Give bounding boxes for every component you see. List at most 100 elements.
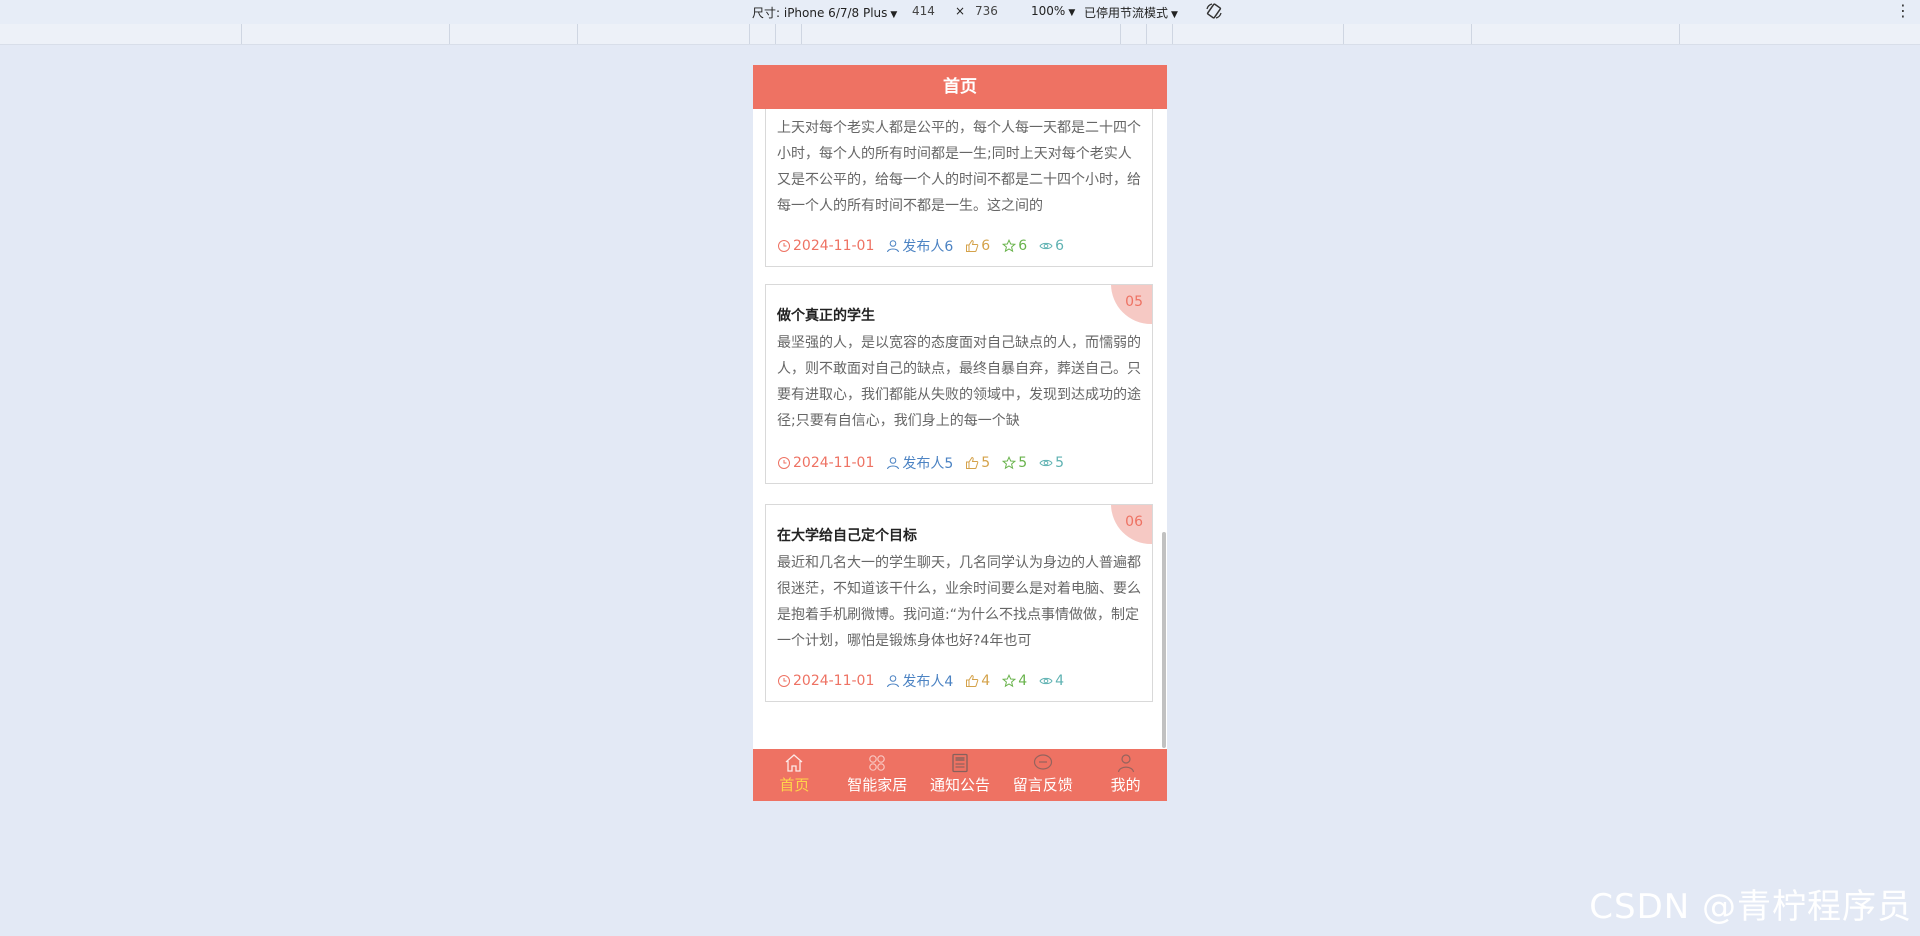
viewport-width-field[interactable]: 414 xyxy=(912,4,935,18)
article-meta: 2024-11-01 发布人5 5 5 5 xyxy=(777,453,1144,473)
eye-icon xyxy=(1039,459,1053,467)
article-title[interactable]: 在大学给自己定个目标 xyxy=(777,525,917,545)
favorite-count: 4 xyxy=(1018,673,1028,689)
like-count: 5 xyxy=(981,455,991,471)
media-query-ruler xyxy=(0,24,1920,45)
document-icon xyxy=(952,753,968,773)
device-select[interactable]: 尺寸: iPhone 6/7/8 Plus ▼ xyxy=(752,4,897,21)
clock-icon xyxy=(778,240,790,252)
article-summary: 上天对每个老实人都是公平的，每个人每一天都是二十四个小时，每个人的所有时间都是一… xyxy=(777,120,1141,214)
author-meta: 发布人6 xyxy=(886,236,953,256)
devtools-toolbar: 尺寸: iPhone 6/7/8 Plus ▼ 414 × 736 100% ▼ 已… xyxy=(0,0,1920,24)
eye-icon xyxy=(1039,677,1053,685)
views-meta: 6 xyxy=(1039,238,1064,254)
article-summary: 最近和几名大一的学生聊天，几名同学认为身边的人普遍都很迷茫，不知道该干什么，业余… xyxy=(777,555,1141,649)
user-icon xyxy=(887,240,900,253)
views-meta: 4 xyxy=(1039,673,1064,689)
ruler-mark xyxy=(1172,24,1173,44)
bottom-tab-bar: 首页 智能家居 通知公告 留言反馈 我的 xyxy=(753,749,1167,801)
home-icon xyxy=(785,754,803,772)
article-date: 2024-11-01 xyxy=(793,673,875,689)
tab-label: 首页 xyxy=(779,776,810,794)
throttle-label: 已停用节流模式 xyxy=(1084,6,1169,20)
viewport-height-field[interactable]: 736 xyxy=(975,4,998,18)
tab-profile[interactable]: 我的 xyxy=(1084,749,1167,801)
author-meta: 发布人5 xyxy=(886,453,953,473)
article-summary: 最坚强的人，是以宽容的态度面对自己缺点的人，而懦弱的人，则不敢面对自己的缺点，最… xyxy=(777,335,1141,429)
ruler-mark xyxy=(775,24,776,44)
favorites-meta[interactable]: 5 xyxy=(1002,455,1027,471)
dimension-separator: × xyxy=(955,4,966,18)
caret-down-icon: ▼ xyxy=(890,10,898,20)
ruler-mark xyxy=(241,24,242,44)
tab-feedback[interactable]: 留言反馈 xyxy=(1001,749,1084,801)
article-date: 2024-11-01 xyxy=(793,238,875,254)
article-title[interactable]: 做个真正的学生 xyxy=(777,305,875,325)
article-meta: 2024-11-01 发布人6 6 6 6 xyxy=(777,236,1144,256)
zoom-label: 100% xyxy=(1031,4,1066,18)
article-card[interactable]: 05 做个真正的学生 最坚强的人，是以宽容的态度面对自己缺点的人，而懦弱的人，则… xyxy=(765,284,1153,484)
view-count: 6 xyxy=(1055,238,1065,254)
view-count: 5 xyxy=(1055,455,1065,471)
article-card[interactable]: 06 在大学给自己定个目标 最近和几名大一的学生聊天，几名同学认为身边的人普遍都… xyxy=(765,504,1153,702)
favorite-count: 5 xyxy=(1018,455,1028,471)
rotate-icon[interactable] xyxy=(1204,1,1224,21)
tab-label: 通知公告 xyxy=(929,776,990,794)
favorites-meta[interactable]: 6 xyxy=(1002,238,1027,254)
ruler-mark xyxy=(1471,24,1472,44)
article-meta: 2024-11-01 发布人4 4 4 4 xyxy=(777,671,1144,691)
user-icon xyxy=(887,457,900,470)
rank-badge: 06 xyxy=(1111,505,1152,544)
favorites-meta[interactable]: 4 xyxy=(1002,673,1027,689)
more-vertical-icon[interactable]: ⋮ xyxy=(1895,3,1911,21)
device-label: 尺寸: iPhone 6/7/8 Plus xyxy=(752,6,888,20)
ruler-mark xyxy=(1146,24,1147,44)
author-meta: 发布人4 xyxy=(886,671,953,691)
ruler-mark xyxy=(449,24,450,44)
eye-icon xyxy=(1039,242,1053,250)
article-list[interactable]: 上天对每个老实人都是公平的，每个人每一天都是二十四个小时，每个人的所有时间都是一… xyxy=(753,109,1167,749)
clock-icon xyxy=(778,675,790,687)
phone-viewport: 首页 上天对每个老实人都是公平的，每个人每一天都是二十四个小时，每个人的所有时间… xyxy=(753,65,1167,801)
grid-icon xyxy=(869,755,885,771)
caret-down-icon: ▼ xyxy=(1068,8,1076,18)
zoom-select[interactable]: 100% ▼ xyxy=(1031,4,1075,18)
watermark: CSDN @青柠程序员 xyxy=(1589,887,1912,927)
tab-home[interactable]: 首页 xyxy=(753,749,836,801)
star-icon xyxy=(1002,674,1017,688)
article-author: 发布人5 xyxy=(902,456,954,472)
tab-notices[interactable]: 通知公告 xyxy=(919,749,1002,801)
star-icon xyxy=(1002,239,1017,253)
thumbs-up-icon xyxy=(966,674,979,687)
date-meta: 2024-11-01 xyxy=(777,238,874,254)
tab-label: 留言反馈 xyxy=(1012,776,1073,794)
ruler-mark xyxy=(1343,24,1344,44)
thumbs-up-icon xyxy=(966,456,979,469)
page-title: 首页 xyxy=(753,65,1167,109)
likes-meta[interactable]: 5 xyxy=(965,455,990,471)
likes-meta[interactable]: 6 xyxy=(965,238,990,254)
article-date: 2024-11-01 xyxy=(793,455,875,471)
ruler-mark xyxy=(1120,24,1121,44)
article-author: 发布人4 xyxy=(902,674,954,690)
view-count: 4 xyxy=(1055,673,1065,689)
ruler-mark xyxy=(749,24,750,44)
article-card[interactable]: 上天对每个老实人都是公平的，每个人每一天都是二十四个小时，每个人的所有时间都是一… xyxy=(765,109,1153,267)
caret-down-icon: ▼ xyxy=(1171,10,1178,20)
ruler-mark xyxy=(1679,24,1680,44)
tab-smart-home[interactable]: 智能家居 xyxy=(836,749,919,801)
user-icon xyxy=(1117,754,1134,773)
rank-badge: 05 xyxy=(1111,285,1152,324)
throttle-select[interactable]: 已停用节流模式 ▼ xyxy=(1084,4,1178,21)
likes-meta[interactable]: 4 xyxy=(965,673,990,689)
star-icon xyxy=(1002,456,1017,470)
message-icon xyxy=(1033,754,1052,770)
views-meta: 5 xyxy=(1039,455,1064,471)
scrollbar[interactable] xyxy=(1162,532,1166,748)
like-count: 4 xyxy=(981,673,991,689)
favorite-count: 6 xyxy=(1018,238,1028,254)
date-meta: 2024-11-01 xyxy=(777,673,874,689)
tab-label: 我的 xyxy=(1110,776,1141,794)
ruler-mark xyxy=(577,24,578,44)
ruler-mark xyxy=(801,24,802,44)
